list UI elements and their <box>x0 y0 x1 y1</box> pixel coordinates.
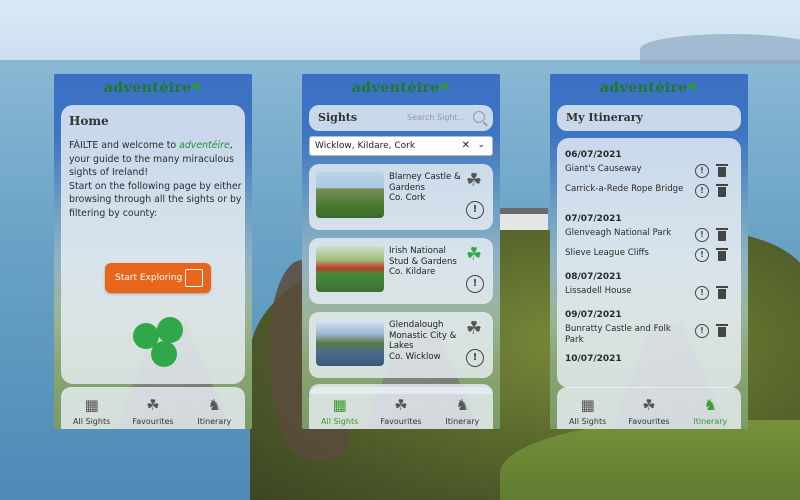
home-screen: adventéire☘ Home FÁILTE and welcome to a… <box>54 74 252 429</box>
sight-image <box>316 172 384 218</box>
itinerary-item[interactable]: Slieve League Cliffs! <box>565 248 733 268</box>
itinerary-item[interactable]: Bunratty Castle and Folk Park! <box>565 324 733 350</box>
info-icon[interactable]: ! <box>695 248 709 262</box>
trash-icon[interactable] <box>716 184 728 197</box>
trash-icon[interactable] <box>716 248 728 261</box>
shamrock-icon <box>133 317 187 371</box>
shamrock-outline-icon: ☘ <box>146 396 160 414</box>
sight-name: Blarney Castle & Gardens <box>389 172 461 193</box>
map-icon: ▦ <box>332 396 347 414</box>
search-icon[interactable] <box>473 111 485 123</box>
favourite-shamrock-icon[interactable]: ☘ <box>464 245 484 265</box>
ireland-map-icon: ♞ <box>207 396 222 414</box>
ireland-map-icon: ♞ <box>703 396 718 414</box>
app-logo: adventéire☘ <box>351 80 451 96</box>
shamrock-icon: ☘ <box>439 80 451 93</box>
shamrock-outline-icon: ☘ <box>642 396 656 414</box>
clear-icon[interactable]: ✕ <box>462 140 470 151</box>
info-icon[interactable]: ! <box>695 286 709 300</box>
sight-name: Glendalough Monastic City & Lakes <box>389 320 457 351</box>
app-logo: adventéire☘ <box>599 80 699 96</box>
home-card: Home FÁILTE and welcome to adventéire, y… <box>61 105 245 384</box>
itinerary-list: 06/07/2021 Giant's Causeway! Carrick-a-R… <box>557 138 741 388</box>
sight-card[interactable]: Blarney Castle & Gardens Co. Cork ☘ ! <box>309 164 493 230</box>
sight-name: Irish National Stud & Gardens <box>389 246 457 267</box>
welcome-text: FÁILTE and welcome to adventéire, your g… <box>69 140 242 219</box>
tab-favourites[interactable]: ☘ Favourites <box>619 395 679 426</box>
shamrock-icon: ☘ <box>191 80 203 93</box>
favourite-shamrock-icon[interactable]: ☘ <box>464 171 484 191</box>
tab-favourites[interactable]: ☘ Favourites <box>123 395 183 426</box>
page-title: My Itinerary <box>566 111 643 124</box>
search-input[interactable]: Search Sight... <box>407 113 465 122</box>
sights-screen: adventéire☘ Sights Search Sight... Wickl… <box>302 74 500 429</box>
app-logo: adventéire☘ <box>103 80 203 96</box>
info-icon[interactable]: ! <box>695 228 709 242</box>
itinerary-date: 08/07/2021 <box>565 272 622 282</box>
trash-icon[interactable] <box>716 324 728 337</box>
itinerary-date: 10/07/2021 <box>565 354 622 364</box>
sight-card[interactable]: Irish National Stud & Gardens Co. Kildare… <box>309 238 493 304</box>
info-icon[interactable]: ! <box>695 164 709 178</box>
sight-county: Co. Cork <box>389 193 426 203</box>
map-icon <box>185 269 203 287</box>
itinerary-item[interactable]: Lissadell House! <box>565 286 733 306</box>
itinerary-date: 06/07/2021 <box>565 150 622 160</box>
tab-all-sights[interactable]: ▦ All Sights <box>558 395 618 426</box>
trash-icon[interactable] <box>716 286 728 299</box>
info-icon[interactable]: ! <box>466 201 484 219</box>
info-icon[interactable]: ! <box>466 275 484 293</box>
tab-itinerary[interactable]: ♞ Itinerary <box>432 395 492 426</box>
tab-all-sights[interactable]: ▦ All Sights <box>62 395 122 426</box>
sight-image <box>316 320 384 366</box>
background-house <box>500 208 548 230</box>
itinerary-date: 07/07/2021 <box>565 214 622 224</box>
info-icon[interactable]: ! <box>695 184 709 198</box>
itinerary-item[interactable]: Giant's Causeway! <box>565 164 733 184</box>
background-hills <box>640 34 800 64</box>
sight-county: Co. Kildare <box>389 267 436 277</box>
shamrock-outline-icon: ☘ <box>394 396 408 414</box>
info-icon[interactable]: ! <box>695 324 709 338</box>
info-icon[interactable]: ! <box>466 349 484 367</box>
sight-county: Co. Wicklow <box>389 351 441 362</box>
itinerary-header: My Itinerary <box>557 105 741 131</box>
itinerary-date: 09/07/2021 <box>565 310 622 320</box>
sight-image <box>316 246 384 292</box>
shamrock-icon: ☘ <box>687 80 699 93</box>
county-filter-select[interactable]: Wicklow, Kildare, Cork ✕ ⌄ <box>309 136 493 156</box>
itinerary-item[interactable]: Carrick-a-Rede Rope Bridge! <box>565 184 733 210</box>
tab-bar: ▦ All Sights ☘ Favourites ♞ Itinerary <box>557 387 741 429</box>
tab-itinerary[interactable]: ♞ Itinerary <box>680 395 740 426</box>
favourite-shamrock-icon[interactable]: ☘ <box>464 319 484 339</box>
tab-bar: ▦ All Sights ☘ Favourites ♞ Itinerary <box>61 387 245 429</box>
tab-itinerary[interactable]: ♞ Itinerary <box>184 395 244 426</box>
tab-favourites[interactable]: ☘ Favourites <box>371 395 431 426</box>
map-icon: ▦ <box>84 396 99 414</box>
sights-header: Sights Search Sight... <box>309 105 493 131</box>
sight-card[interactable]: Glendalough Monastic City & Lakes Co. Wic… <box>309 312 493 378</box>
start-exploring-button[interactable]: Start Exploring <box>105 263 211 293</box>
trash-icon[interactable] <box>716 228 728 241</box>
page-title: Sights <box>318 111 358 124</box>
trash-icon[interactable] <box>716 164 728 177</box>
chevron-down-icon[interactable]: ⌄ <box>477 140 485 150</box>
map-icon: ▦ <box>580 396 595 414</box>
itinerary-item[interactable]: Glenveagh National Park! <box>565 228 733 248</box>
tab-all-sights[interactable]: ▦ All Sights <box>310 395 370 426</box>
itinerary-screen: adventéire☘ My Itinerary 06/07/2021 Gian… <box>550 74 748 429</box>
tab-bar: ▦ All Sights ☘ Favourites ♞ Itinerary <box>309 387 493 429</box>
page-title: Home <box>69 114 109 128</box>
ireland-map-icon: ♞ <box>455 396 470 414</box>
